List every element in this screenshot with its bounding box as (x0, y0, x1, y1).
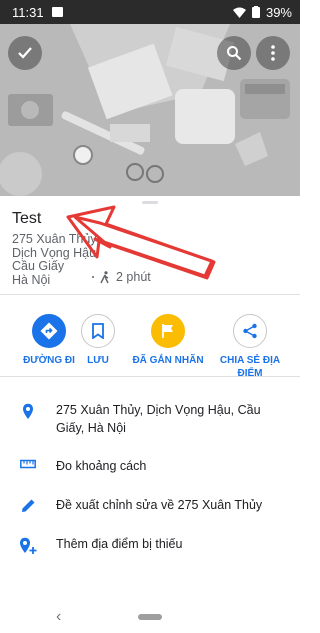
walking-time[interactable]: 2 phút (92, 270, 151, 284)
address-ward: Dịch Vọng Hậu (12, 246, 97, 260)
pencil-icon (21, 499, 34, 512)
divider (0, 376, 300, 377)
suggest-edit-row[interactable]: Đề xuất chỉnh sửa về 275 Xuân Thủy (0, 496, 300, 514)
address-city: Hà Nội (12, 273, 51, 287)
save-button[interactable]: LƯU (58, 314, 138, 367)
separator-dot (92, 276, 94, 278)
directions-icon (40, 322, 58, 340)
full-address: 275 Xuân Thủy, Dịch Vọng Hậu, Cầu Giấy, … (56, 403, 261, 435)
labeled-circle (151, 314, 185, 348)
action-row: ĐƯỜNG ĐI LƯU ĐÃ GẮN NHÃN CHIA SẺ ĐỊA ĐIỂ… (0, 314, 300, 379)
measure-distance-label: Đo khoảng cách (56, 459, 147, 473)
walking-icon (100, 270, 109, 283)
place-title: Test (12, 210, 42, 227)
back-button[interactable] (8, 36, 42, 70)
search-icon (227, 46, 242, 61)
divider (0, 294, 300, 295)
address-row[interactable]: 275 Xuân Thủy, Dịch Vọng Hậu, Cầu Giấy, … (0, 401, 300, 437)
flag-icon (162, 324, 173, 338)
system-navigation-bar: ‹ (0, 599, 300, 633)
search-button[interactable] (217, 36, 251, 70)
drag-handle[interactable] (142, 201, 158, 204)
suggest-edit-label: Đề xuất chỉnh sửa về 275 Xuân Thủy (56, 498, 263, 512)
add-missing-place-label: Thêm địa điểm bị thiếu (56, 537, 183, 551)
share-icon (243, 323, 257, 339)
bookmark-icon (92, 323, 104, 339)
add-missing-place-row[interactable]: Thêm địa điểm bị thiếu (0, 535, 300, 555)
more-options-button[interactable] (256, 36, 290, 70)
checkmark-icon (18, 47, 32, 59)
share-button[interactable]: CHIA SẺ ĐỊA ĐIỂM (210, 314, 290, 380)
labeled-label: ĐÃ GẮN NHÃN (132, 355, 204, 366)
more-vert-icon (271, 45, 275, 61)
address-district: Cầu Giấy (12, 259, 65, 273)
add-location-icon (20, 537, 37, 554)
battery-icon (251, 6, 260, 18)
nav-back-icon[interactable]: ‹ (56, 608, 61, 626)
address-street: 275 Xuân Thủy (12, 232, 97, 246)
labeled-button[interactable]: ĐÃ GẮN NHÃN (128, 314, 208, 367)
ruler-icon (20, 459, 36, 469)
battery-percentage: 39% (265, 4, 292, 20)
status-time: 11:31 (12, 4, 44, 20)
save-label: LƯU (87, 355, 109, 366)
gallery-notification-icon (51, 7, 63, 17)
status-bar: 11:31 39% (0, 0, 300, 24)
save-circle (81, 314, 115, 348)
location-pin-icon (23, 403, 33, 419)
place-details-sheet: Test 275 Xuân Thủy Dịch Vọng Hậu Cầu Giấ… (0, 196, 300, 633)
nav-home-pill[interactable] (138, 614, 162, 620)
share-circle (233, 314, 267, 348)
place-photo-header[interactable]: 11:31 39% (0, 0, 300, 196)
place-illustration (0, 24, 300, 196)
measure-distance-row[interactable]: Đo khoảng cách (0, 457, 300, 475)
walking-time-text: 2 phút (116, 270, 151, 284)
wifi-icon (232, 7, 246, 18)
